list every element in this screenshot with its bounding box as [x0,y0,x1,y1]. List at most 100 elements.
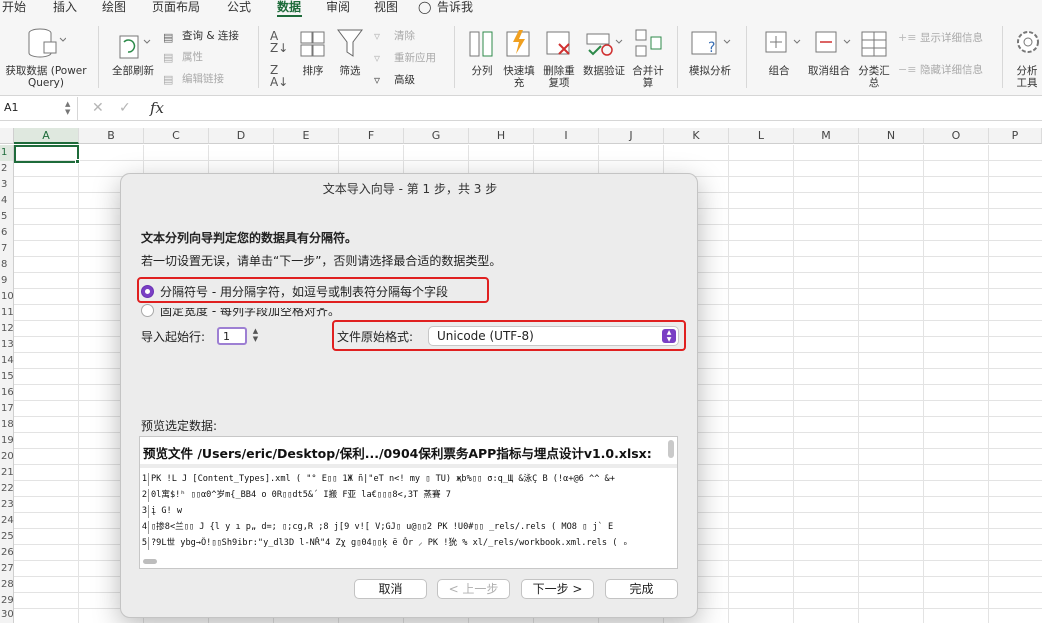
name-box[interactable]: A1 ▲ ▼ [0,97,78,121]
column-header[interactable]: N [859,128,924,144]
row-header[interactable]: 16 [0,385,14,401]
reapply-button[interactable]: 重新应用 [394,51,436,65]
preview-pane[interactable]: 预览文件 /Users/eric/Desktop/保利.../0904保利票务A… [139,436,678,569]
row-header[interactable]: 6 [0,225,14,241]
start-row-stepper-icon[interactable]: ▲ ▼ [250,327,261,345]
row-header[interactable]: 27 [0,561,14,577]
insert-function-button[interactable]: fx [150,99,164,117]
preview-row: 3į G! w [141,505,183,518]
ribbon-separator [1002,26,1003,88]
cancel-button[interactable]: 取消 [354,579,427,599]
show-detail-icon: +≡ [898,31,917,44]
tab-formulas[interactable]: 公式 [227,0,251,14]
row-header[interactable]: 4 [0,193,14,209]
row-header[interactable]: 21 [0,465,14,481]
tab-data[interactable]: 数据 [277,0,301,14]
row-header[interactable]: 7 [0,241,14,257]
advanced-button[interactable]: 高级 [394,73,415,87]
show-detail-button[interactable]: 显示详细信息 [920,31,983,45]
back-button[interactable]: < 上一步 [437,579,510,599]
active-tab-indicator [277,15,302,17]
highlight-delimited [137,277,489,303]
finish-button[interactable]: 完成 [605,579,678,599]
select-all-corner[interactable] [0,128,14,144]
row-header[interactable]: 5 [0,209,14,225]
preview-divider [140,464,677,468]
refresh-icon [119,35,151,59]
edit-links-button[interactable]: 编辑链接 [182,72,224,86]
sort-za-icon[interactable]: Z A↓ [270,64,288,88]
name-box-stepper-icon[interactable]: ▲ ▼ [65,100,70,116]
preview-label: 预览选定数据: [141,419,218,433]
confirm-entry-icon[interactable]: ✓ [119,100,131,116]
row-header[interactable]: 8 [0,257,14,273]
column-header[interactable]: A [14,128,79,144]
queries-connections-button[interactable]: 查询 & 连接 [182,29,239,43]
tab-home[interactable]: 开始 [2,0,26,14]
preview-vertical-scrollbar[interactable] [668,440,674,458]
row-header[interactable]: 19 [0,433,14,449]
column-header[interactable]: J [599,128,664,144]
flash-fill-icon [506,30,530,57]
ribbon-separator [98,26,99,88]
column-header[interactable]: E [274,128,339,144]
row-header[interactable]: 24 [0,513,14,529]
row-header[interactable]: 20 [0,449,14,465]
row-header[interactable]: 3 [0,177,14,193]
row-header[interactable]: 11 [0,305,14,321]
row-header[interactable]: 15 [0,369,14,385]
row-header[interactable]: 25 [0,529,14,545]
column-header[interactable]: M [794,128,859,144]
fixed-width-label[interactable]: 固定宽度 - 每列字段加空格对齐。 [160,308,340,319]
cancel-entry-icon[interactable]: ✕ [92,100,104,116]
row-header[interactable]: 22 [0,481,14,497]
column-header[interactable]: C [144,128,209,144]
row-header[interactable]: 2 [0,161,14,177]
column-header[interactable]: K [664,128,729,144]
tab-page-layout[interactable]: 页面布局 [152,0,200,14]
tab-review[interactable]: 审阅 [326,0,350,14]
highlight-file-origin [332,320,686,351]
column-header[interactable]: I [534,128,599,144]
start-row-input[interactable]: 1 [217,327,247,345]
column-header[interactable]: P [989,128,1042,144]
column-header[interactable]: B [79,128,144,144]
properties-button[interactable]: 属性 [182,50,203,64]
next-button[interactable]: 下一步 > [521,579,594,599]
row-header[interactable]: 12 [0,321,14,337]
row-header[interactable]: 28 [0,577,14,593]
tab-tell-me[interactable]: 告诉我 [437,0,473,14]
ribbon-tab-bar: 开始 插入 绘图 页面布局 公式 数据 审阅 视图 ◯ 告诉我 [0,0,1042,18]
row-header[interactable]: 26 [0,545,14,561]
preview-row: 4 ▯掺8<兰▯▯ J {l y ı p„ d=; ▯;cg,R ;8 j[9 v… [141,521,614,534]
row-header[interactable]: 17 [0,401,14,417]
fill-handle[interactable] [75,159,80,164]
column-header[interactable]: G [404,128,469,144]
row-header[interactable]: 23 [0,497,14,513]
preview-horizontal-scrollbar[interactable] [143,559,157,564]
row-header[interactable]: 30 [0,607,14,623]
row-header[interactable]: 13 [0,337,14,353]
column-header[interactable]: F [339,128,404,144]
active-cell-a1[interactable] [14,145,79,163]
sort-az-icon[interactable]: A Z↓ [270,30,288,54]
column-header[interactable]: L [729,128,794,144]
tab-insert[interactable]: 插入 [53,0,77,14]
ribbon-separator [258,26,259,88]
column-header[interactable]: H [469,128,534,144]
ungroup-icon [815,31,851,53]
row-header[interactable]: 18 [0,417,14,433]
row-header[interactable]: 9 [0,273,14,289]
row-header[interactable]: 1 [0,145,14,161]
row-header[interactable]: 10 [0,289,14,305]
row-header[interactable]: 14 [0,353,14,369]
tab-draw[interactable]: 绘图 [102,0,126,14]
column-header[interactable]: O [924,128,989,144]
column-header[interactable]: D [209,128,274,144]
consolidate-icon [635,29,662,57]
fixed-width-radio[interactable] [141,304,154,317]
tab-view[interactable]: 视图 [374,0,398,14]
query-icon: ▤ [163,31,174,44]
clear-button[interactable]: 清除 [394,29,415,43]
hide-detail-button[interactable]: 隐藏详细信息 [920,63,983,77]
